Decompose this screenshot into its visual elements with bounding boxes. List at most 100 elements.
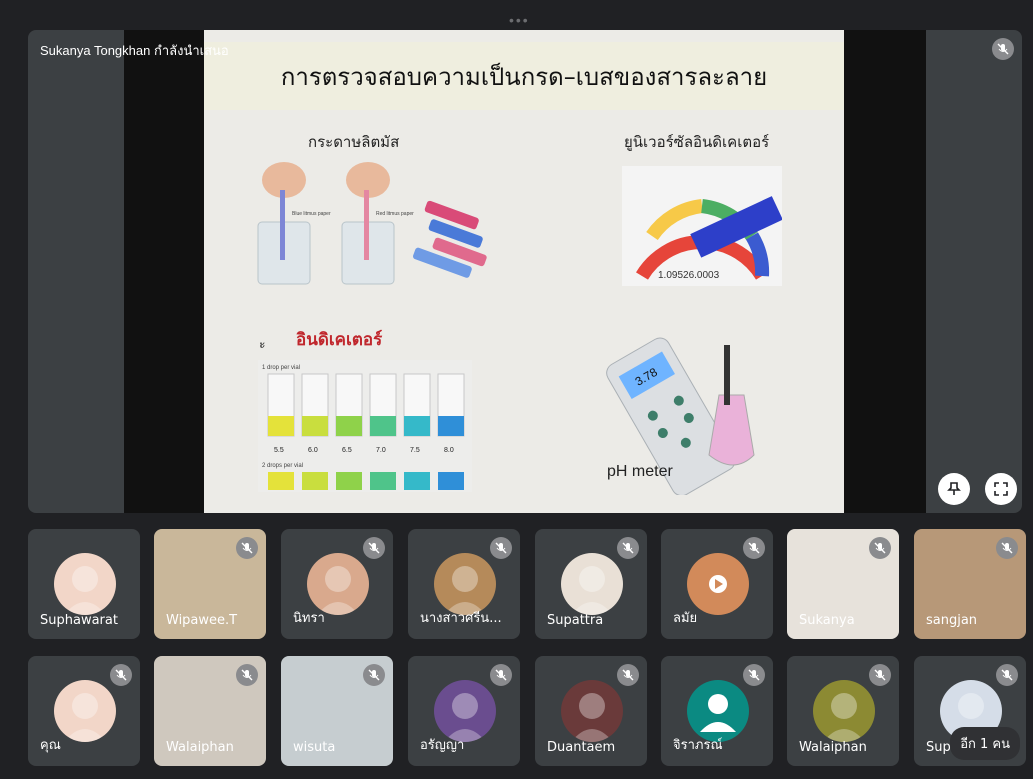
avatar [561,680,623,742]
participant-name: wisuta [293,740,336,755]
presenter-name: Sukanya Tongkhan กำลังนำเสนอ [40,43,229,58]
participant-name: Duantaem [547,740,616,755]
mic-off-icon [490,537,512,559]
indicator-prefix: ะ [259,337,266,351]
mic-off-icon [617,537,639,559]
fullscreen-icon [994,482,1008,496]
person-icon [700,694,736,732]
mic-off-icon [743,664,765,686]
mic-off-icon [996,664,1018,686]
participant-name: ลมัย [673,611,698,626]
litmus-illustration: Blue litmus paper Red litmus paper [257,162,487,285]
vial-liquid [404,416,430,436]
participant-name: Walaiphan [799,740,867,755]
universal-indicator-label: ยูนิเวอร์ซัลอินดิเคเตอร์ [624,133,770,151]
participant-tile[interactable]: Duantaem [535,656,647,766]
vial-liquid [438,416,464,436]
mic-off-icon [236,537,258,559]
mic-off-icon [490,664,512,686]
vial-liquid [302,416,328,436]
vial-ph-value: 8.0 [444,447,454,454]
participant-tile[interactable]: นิทรา [281,529,393,639]
mic-off-icon [363,664,385,686]
participant-tile[interactable]: Supattra [535,529,647,639]
avatar [687,680,749,742]
slide-title: การตรวจสอบความเป็นกรด–เบสของสารละลาย [204,42,844,110]
participant-tile[interactable]: ลมัย [661,529,773,639]
participant-name: Suphawarat [40,613,118,628]
avatar [434,553,496,615]
indicator-vials: 1 drop per vial 2 drops per vial 5.5 6.0 6… [258,360,472,492]
participant-tile[interactable]: wisuta [281,656,393,766]
presentation-slide: การตรวจสอบความเป็นกรด–เบสของสารละลาย กระ… [204,30,844,513]
vial-liquid [336,472,362,490]
mic-off-icon-glyph [997,43,1009,55]
shared-screen: การตรวจสอบความเป็นกรด–เบสของสารละลาย กระ… [124,30,926,513]
mic-off-icon [110,664,132,686]
mic-off-icon [869,664,891,686]
participant-tile[interactable]: Sukanya [787,529,899,639]
participant-name: Supattra [547,613,604,628]
participant-name: sangjan [926,613,978,628]
participant-name: จิราภรณ์ [673,738,723,753]
presenter-tile: การตรวจสอบความเป็นกรด–เบสของสารละลาย กระ… [28,30,1022,513]
mic-off-icon [363,537,385,559]
participant-tile[interactable]: อรัญญา [408,656,520,766]
participant-tile[interactable]: Wipawee.T [154,529,266,639]
vial-liquid [268,472,294,490]
avatar [561,553,623,615]
vial-liquid [438,472,464,490]
avatar [813,680,875,742]
red-litmus-caption: Red litmus paper [376,211,414,217]
vial-ph-value: 7.5 [410,447,420,454]
blue-litmus-caption: Blue litmus paper [292,211,331,217]
mic-off-icon [869,537,891,559]
avatar [687,553,749,615]
participant-name: Wipawee.T [166,613,238,628]
vial-liquid [404,472,430,490]
litmus-label: กระดาษลิตมัส [308,133,400,151]
participant-tile[interactable]: นางสาวศรีน... [408,529,520,639]
avatar [307,553,369,615]
avatar [434,680,496,742]
participant-tile[interactable]: Walaiphan [787,656,899,766]
pin-icon [947,482,961,495]
mic-off-icon [617,664,639,686]
participant-name: นิทรา [293,611,325,626]
play-icon [709,575,727,593]
more-participants-button[interactable]: อีก 1 คน [950,727,1020,760]
participant-name: นางสาวศรีน... [420,611,502,626]
vial-liquid [370,416,396,436]
vial-top-caption: 1 drop per vial [262,365,300,371]
vial-ph-value: 6.5 [342,447,352,454]
vial-liquid [302,472,328,490]
vial-liquid [336,416,362,436]
participant-tile[interactable]: จิราภรณ์ [661,656,773,766]
fullscreen-button[interactable] [985,473,1017,505]
vial-ph-value: 5.5 [274,447,284,454]
vial-bottom-caption: 2 drops per vial [262,463,303,469]
participant-tile[interactable]: Supa อีก 1 คน [914,656,1026,766]
pin-button[interactable] [938,473,970,505]
indicator-label: อินดิเคเตอร์ [296,330,383,350]
mic-off-icon [743,537,765,559]
participant-name: คุณ [40,738,61,753]
participant-tile[interactable]: Walaiphan [154,656,266,766]
ph-meter-label: pH meter [607,463,673,480]
avatar [54,680,116,742]
participant-name: Sukanya [799,613,855,628]
drag-handle[interactable]: ••• [509,12,530,28]
mic-off-icon [992,38,1014,60]
mic-off-icon [236,664,258,686]
participant-tile[interactable]: Suphawarat [28,529,140,639]
participant-name: Walaiphan [166,740,234,755]
participant-name: อรัญญา [420,738,465,753]
vial-ph-value: 7.0 [376,447,386,454]
participant-tile[interactable]: sangjan [914,529,1026,639]
universal-indicator-dial: 1.09526.0003 [622,166,782,286]
vial-liquid [268,416,294,436]
mic-off-icon [996,537,1018,559]
vial-ph-value: 6.0 [308,447,318,454]
vial-liquid [370,472,396,490]
participant-tile[interactable]: คุณ [28,656,140,766]
